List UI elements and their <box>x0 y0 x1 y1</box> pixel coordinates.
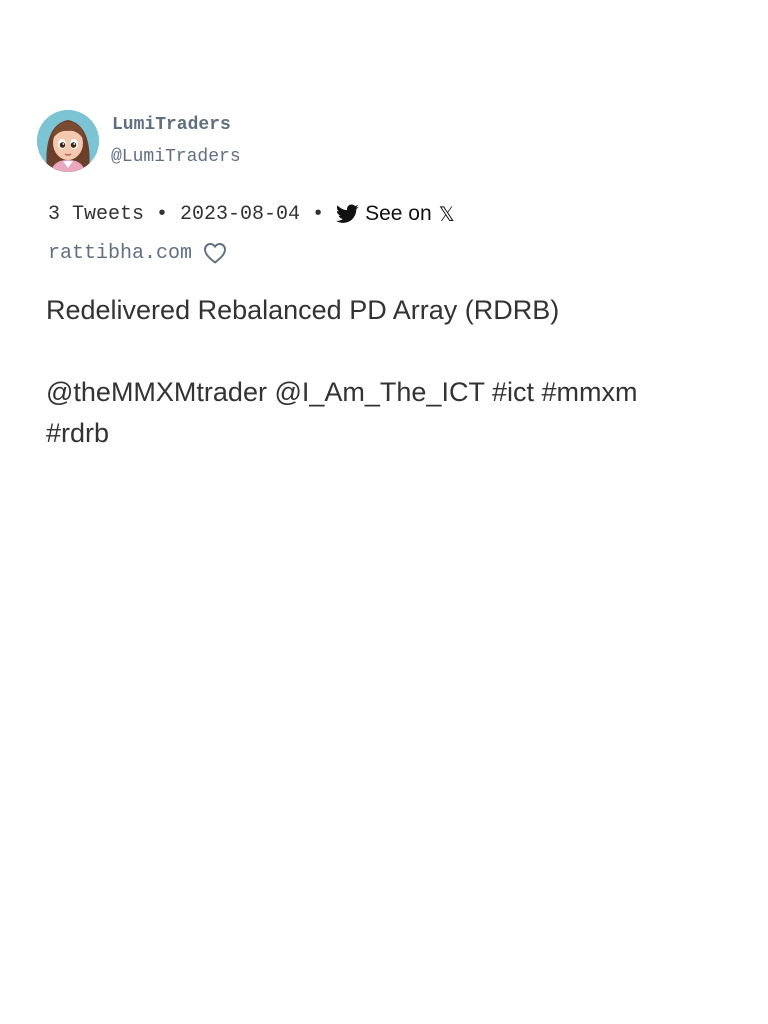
author-handle[interactable]: @LumiTraders <box>111 147 241 167</box>
source-site-link[interactable]: rattibha.com <box>48 242 192 265</box>
thread-meta: 3 Tweets • 2023-08-04 • See on 𝕏 <box>48 200 455 228</box>
author-display-name[interactable]: LumiTraders <box>112 115 231 135</box>
source-row: rattibha.com <box>48 239 227 267</box>
twitter-bird-icon <box>336 204 359 223</box>
see-on-label: See on <box>365 202 432 225</box>
x-logo-icon: 𝕏 <box>438 203 455 226</box>
cartoon-girl-avatar-icon <box>37 110 99 172</box>
tweet-text: Redelivered Rebalanced PD Array (RDRB) @… <box>46 290 706 454</box>
thread-date: 2023-08-04 <box>180 202 301 226</box>
tweet-line: #rdrb <box>46 418 110 448</box>
tweet-count: 3 Tweets <box>48 202 145 226</box>
tweet-line: Redelivered Rebalanced PD Array (RDRB) <box>46 295 560 325</box>
heart-outline-icon[interactable] <box>203 242 227 264</box>
meta-separator: • <box>156 202 169 226</box>
see-on-x-link[interactable]: See on 𝕏 <box>336 202 455 227</box>
meta-separator: • <box>312 202 325 226</box>
avatar[interactable] <box>37 110 99 172</box>
tweet-line: @theMMXMtrader @I_Am_The_ICT #ict #mmxm <box>46 377 638 407</box>
